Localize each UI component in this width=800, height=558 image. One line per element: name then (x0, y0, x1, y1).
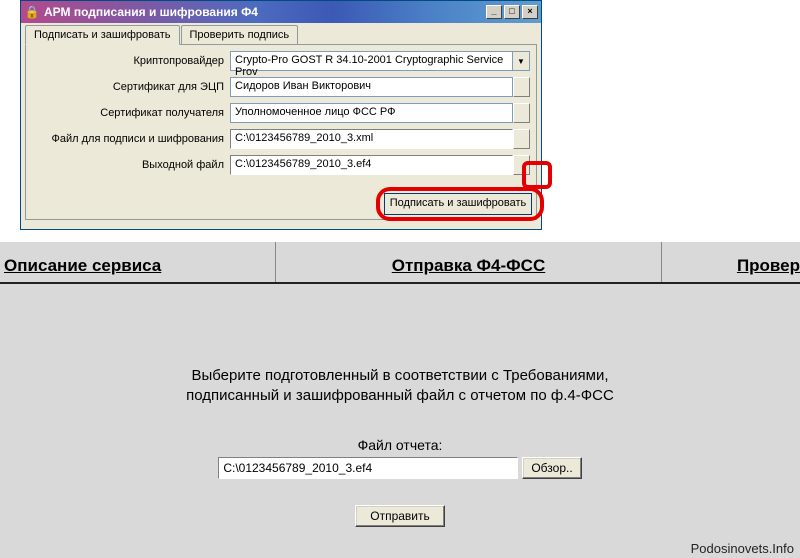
tab-verify[interactable]: Проверить подпись (181, 25, 299, 45)
crypto-provider-label: Криптопровайдер (26, 55, 230, 67)
maximize-button[interactable]: □ (504, 5, 520, 19)
chevron-down-icon[interactable]: ▼ (513, 51, 530, 71)
submit-button[interactable]: Отправить (355, 505, 445, 527)
browse-button[interactable]: Обзор.. (522, 457, 581, 479)
titlebar[interactable]: 🔒 АРМ подписания и шифрования Ф4 _ □ × (21, 1, 541, 23)
close-button[interactable]: × (522, 5, 538, 19)
tabstrip: Подписать и зашифровать Проверить подпис… (21, 23, 541, 45)
cert-ecp-value[interactable]: Сидоров Иван Викторович (230, 77, 513, 97)
report-file-input[interactable] (218, 457, 518, 479)
cert-ecp-label: Сертификат для ЭЦП (26, 81, 230, 93)
cert-ecp-browse-button[interactable] (513, 77, 530, 97)
minimize-button[interactable]: _ (486, 5, 502, 19)
out-file-value[interactable]: C:\0123456789_2010_3.ef4 (230, 155, 513, 175)
instructions-text: Выберите подготовленный в соответствии с… (0, 366, 800, 407)
cert-recipient-value[interactable]: Уполномоченное лицо ФСС РФ (230, 103, 513, 123)
tab-check[interactable]: Провер (662, 242, 800, 282)
sign-file-browse-button[interactable] (513, 129, 530, 149)
tab-sign-encrypt[interactable]: Подписать и зашифровать (25, 25, 180, 45)
cert-recipient-browse-button[interactable] (513, 103, 530, 123)
sign-encrypt-window: 🔒 АРМ подписания и шифрования Ф4 _ □ × П… (20, 0, 542, 230)
lock-icon: 🔒 (25, 5, 39, 19)
watermark: Podosinovets.Info (691, 541, 794, 556)
tab-service-description[interactable]: Описание сервиса (0, 242, 276, 282)
window-title: АРМ подписания и шифрования Ф4 (44, 5, 484, 19)
crypto-provider-value[interactable]: Crypto-Pro GOST R 34.10-2001 Cryptograph… (230, 51, 513, 71)
sign-file-value[interactable]: C:\0123456789_2010_3.xml (230, 129, 513, 149)
out-file-browse-button[interactable] (513, 155, 530, 175)
page-tabs: Описание сервиса Отправка Ф4-ФСС Провер (0, 242, 800, 284)
webpage-area: Описание сервиса Отправка Ф4-ФСС Провер … (0, 242, 800, 558)
cert-recipient-label: Сертификат получателя (26, 107, 230, 119)
out-file-label: Выходной файл (26, 159, 230, 171)
tab-send-f4[interactable]: Отправка Ф4-ФСС (276, 242, 662, 282)
sign-file-label: Файл для подписи и шифрования (26, 133, 230, 145)
report-file-label: Файл отчета: (0, 437, 800, 453)
tab-panel: Криптопровайдер Crypto-Pro GOST R 34.10-… (25, 44, 537, 220)
sign-encrypt-button[interactable]: Подписать и зашифровать (384, 193, 532, 215)
crypto-provider-combo[interactable]: Crypto-Pro GOST R 34.10-2001 Cryptograph… (230, 51, 530, 71)
